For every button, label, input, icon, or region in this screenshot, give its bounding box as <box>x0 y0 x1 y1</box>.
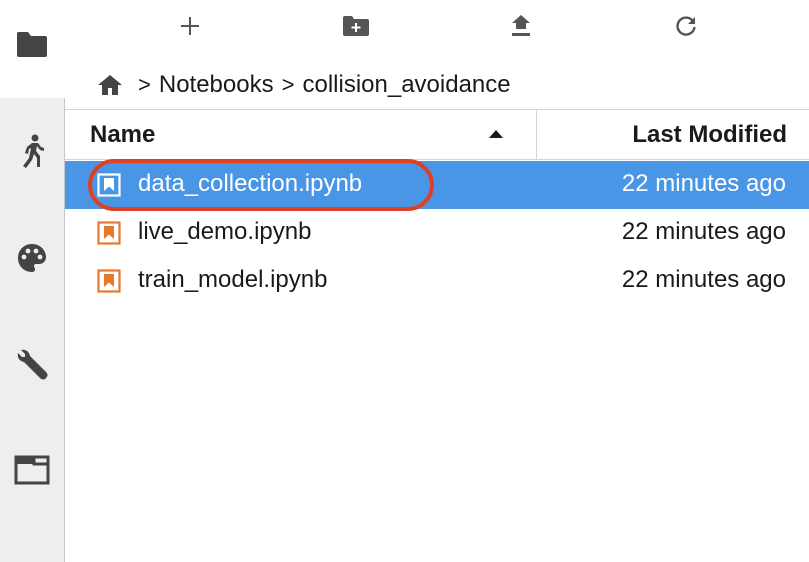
new-launcher-button[interactable] <box>170 8 210 44</box>
breadcrumb-separator: > <box>281 72 295 97</box>
file-modified: 22 minutes ago <box>621 170 786 197</box>
notebook-icon <box>97 173 121 197</box>
sort-ascending-icon <box>489 130 503 138</box>
file-modified: 22 minutes ago <box>621 266 786 293</box>
last-modified-column-header[interactable]: Last Modified <box>632 121 787 149</box>
home-icon[interactable] <box>96 73 124 97</box>
breadcrumb: > Notebooks > collision_avoidance <box>96 68 511 102</box>
wrench-icon[interactable] <box>0 344 64 384</box>
sidebar-top <box>0 0 65 98</box>
notebook-icon <box>97 269 121 293</box>
upload-button[interactable] <box>501 8 541 44</box>
refresh-icon <box>676 16 696 36</box>
file-row-train-model[interactable]: train_model.ipynb 22 minutes ago <box>65 257 809 305</box>
folder-icon[interactable] <box>0 24 64 64</box>
running-icon[interactable] <box>0 132 64 172</box>
file-row-data-collection[interactable]: data_collection.ipynb 22 minutes ago <box>65 161 809 209</box>
palette-icon[interactable] <box>0 238 64 278</box>
breadcrumb-notebooks[interactable]: Notebooks <box>159 71 274 99</box>
file-row-live-demo[interactable]: live_demo.ipynb 22 minutes ago <box>65 209 809 257</box>
name-column-header[interactable]: Name <box>65 110 537 159</box>
file-name: live_demo.ipynb <box>138 218 312 245</box>
new-folder-icon <box>343 16 369 36</box>
file-name: train_model.ipynb <box>138 266 328 293</box>
file-list-header: Name Last Modified <box>65 109 809 160</box>
tabs-icon[interactable] <box>0 450 64 490</box>
file-modified: 22 minutes ago <box>621 218 786 245</box>
plus-icon <box>181 17 199 35</box>
notebook-icon <box>97 221 121 245</box>
name-column-label: Name <box>90 121 156 148</box>
new-folder-button[interactable] <box>336 8 376 44</box>
breadcrumb-separator: > <box>138 72 151 97</box>
refresh-button[interactable] <box>666 8 706 44</box>
upload-icon <box>512 15 530 36</box>
file-name: data_collection.ipynb <box>138 170 363 197</box>
activity-sidebar <box>0 98 65 562</box>
breadcrumb-collision-avoidance[interactable]: collision_avoidance <box>302 71 510 99</box>
